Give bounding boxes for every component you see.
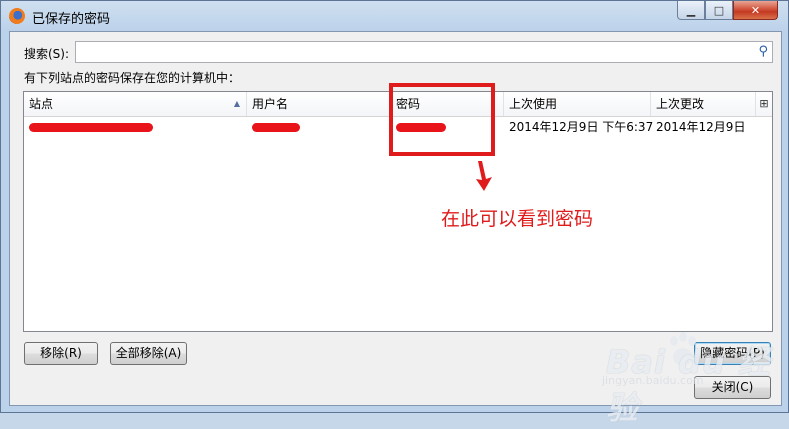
close-icon: ✕: [750, 3, 761, 17]
maximize-button[interactable]: □: [705, 1, 733, 20]
redaction-mark: [252, 123, 300, 132]
cell-username: [247, 117, 391, 137]
firefox-icon: [9, 8, 25, 24]
window-controls: ▁ □ ✕: [677, 1, 778, 21]
watermark-url: jingyan.baidu.com: [602, 374, 704, 387]
search-icon[interactable]: ⚲: [758, 44, 768, 59]
minimize-button[interactable]: ▁: [677, 1, 705, 20]
column-header-last-changed[interactable]: 上次更改: [651, 92, 756, 116]
annotation-arrow-icon: [476, 161, 492, 191]
close-window-button[interactable]: ✕: [733, 1, 778, 20]
column-header-last-used[interactable]: 上次使用: [504, 92, 651, 116]
minimize-icon: ▁: [686, 3, 696, 17]
column-header-label: 用户名: [252, 97, 289, 111]
annotation-text: 在此可以看到密码: [441, 208, 594, 230]
cell-last-changed: 2014年12月9日: [656, 120, 746, 134]
column-header-label: 上次更改: [656, 97, 705, 111]
maximize-icon: □: [713, 3, 725, 17]
column-header-label: 站点: [29, 97, 54, 111]
window-title: 已保存的密码: [32, 12, 111, 27]
search-input[interactable]: ⚲: [75, 41, 773, 63]
remove-button[interactable]: 移除(R): [24, 342, 98, 365]
column-picker-icon[interactable]: ⊞: [756, 92, 772, 116]
baidu-watermark: Bai du 经验 jingyan.baidu.com: [598, 325, 788, 427]
cell-last-used: 2014年12月9日 下午6:37: [509, 120, 654, 134]
cell-site: [24, 117, 247, 137]
sort-ascending-icon: ▲: [233, 99, 240, 108]
remove-all-button[interactable]: 全部移除(A): [110, 342, 187, 365]
column-header-label: 上次使用: [509, 97, 558, 111]
title-bar[interactable]: 已保存的密码 ▁ □ ✕: [1, 1, 788, 31]
info-text: 有下列站点的密码保存在您的计算机中：: [24, 71, 241, 85]
column-header-site[interactable]: 站点 ▲: [24, 92, 247, 116]
search-label: 搜索(S):: [24, 47, 70, 61]
redaction-mark: [29, 123, 153, 132]
column-header-username[interactable]: 用户名: [247, 92, 391, 116]
annotation-highlight-box: [389, 83, 495, 156]
